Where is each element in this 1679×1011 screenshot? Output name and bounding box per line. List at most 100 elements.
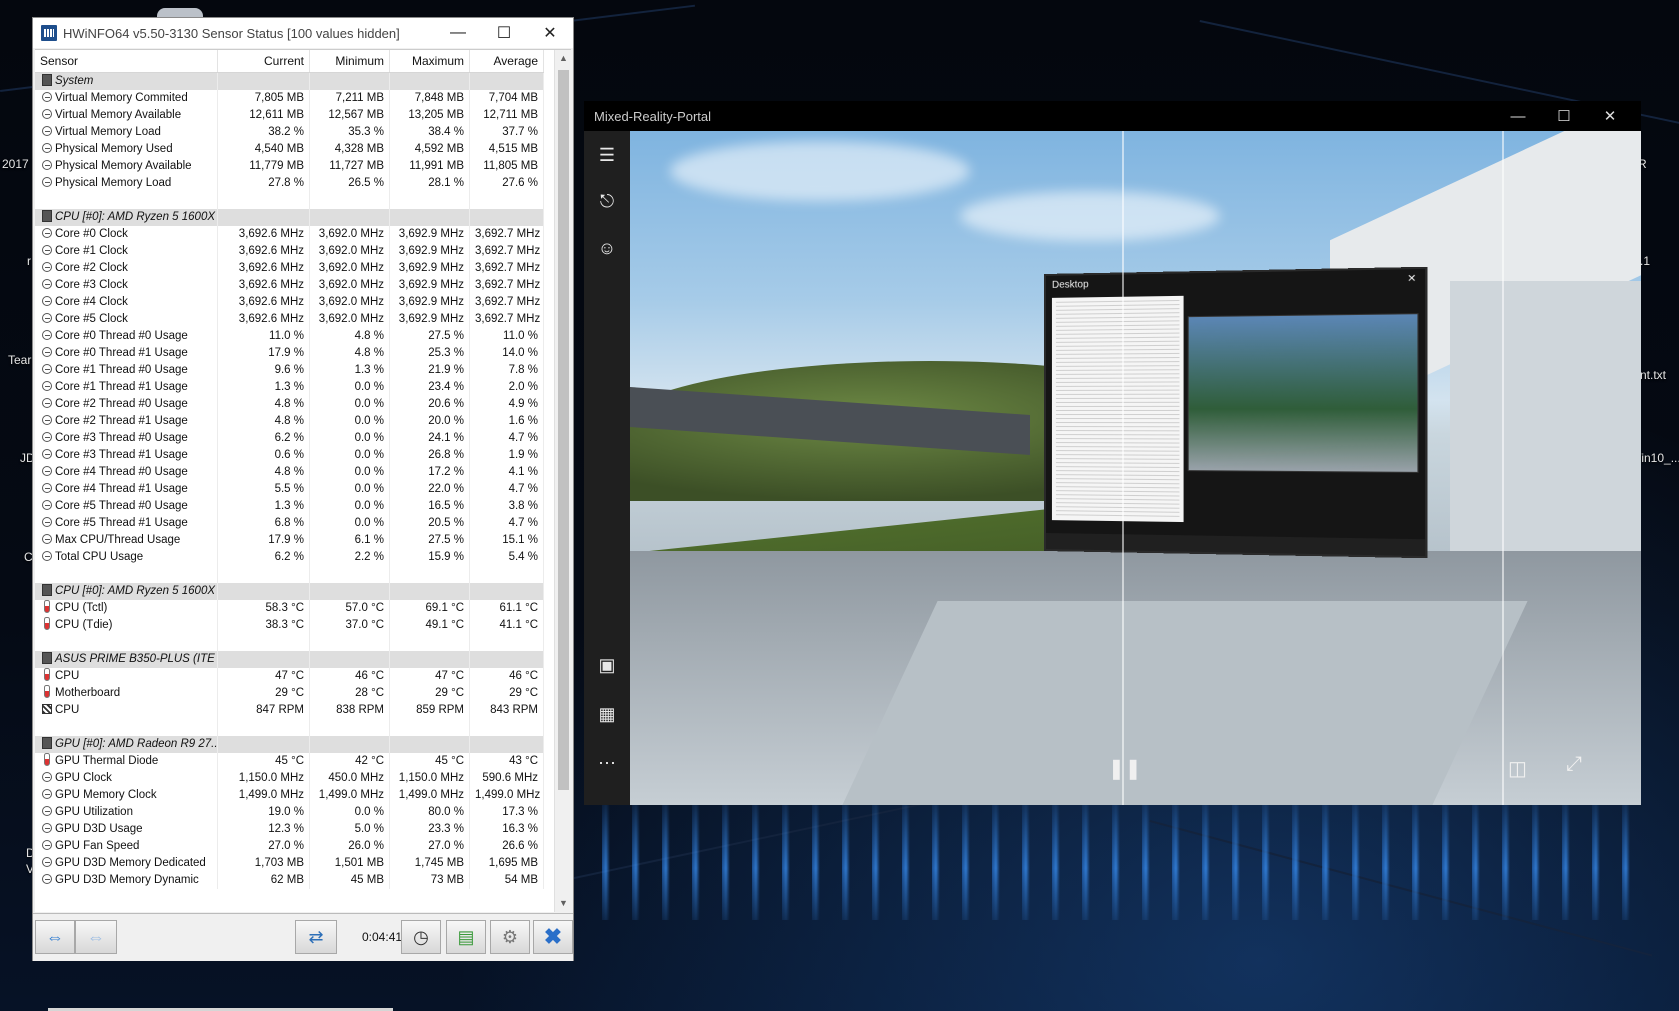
column-header-minimum[interactable]: Minimum	[310, 50, 390, 72]
table-row[interactable]: GPU D3D Usage 12.3 % 5.0 % 23.3 % 16.3 %	[35, 821, 544, 838]
scroll-down-arrow-icon[interactable]: ▼	[555, 895, 571, 912]
table-row[interactable]: Core #3 Thread #0 Usage 6.2 % 0.0 % 24.1 % 4…	[35, 430, 544, 447]
group-name-cell: GPU [#0]: AMD Radeon R9 27...	[35, 736, 218, 753]
sensor-label: Core #1 Clock	[55, 245, 128, 257]
vertical-scrollbar[interactable]: ▲ ▼	[554, 50, 571, 912]
table-row[interactable]: Max CPU/Thread Usage 17.9 % 6.1 % 27.5 % 15.…	[35, 532, 544, 549]
column-header-current[interactable]: Current	[218, 50, 310, 72]
table-row[interactable]: Physical Memory Used 4,540 MB 4,328 MB 4,59…	[35, 141, 544, 158]
settings-gear-icon[interactable]: ⚙	[490, 920, 530, 954]
value-minimum: 3,692.0 MHz	[310, 311, 390, 328]
scrollbar-thumb[interactable]	[558, 70, 569, 790]
value-minimum: 0.0 %	[310, 430, 390, 447]
table-row[interactable]: Virtual Memory Available 12,611 MB 12,567 …	[35, 107, 544, 124]
table-row[interactable]: Core #5 Thread #0 Usage 1.3 % 0.0 % 16.5 % 3…	[35, 498, 544, 515]
table-row[interactable]: Physical Memory Available 11,779 MB 11,727…	[35, 158, 544, 175]
table-row[interactable]: Virtual Memory Load 38.2 % 35.3 % 38.4 % 37.…	[35, 124, 544, 141]
table-row[interactable]: CPU (Tctl) 58.3 °C 57.0 °C 69.1 °C 61.1 °C	[35, 600, 544, 617]
maximize-button[interactable]: ☐	[481, 18, 527, 48]
table-row[interactable]: Core #1 Thread #0 Usage 9.6 % 1.3 % 21.9 % 7…	[35, 362, 544, 379]
photo-icon[interactable]: ▣	[584, 645, 630, 685]
split-view-icon[interactable]: ◫	[1508, 756, 1527, 781]
desktop-icon-label[interactable]: Tear	[8, 353, 31, 367]
minimize-button[interactable]: —	[435, 18, 481, 48]
table-row[interactable]: GPU Thermal Diode 45 °C 42 °C 45 °C 43 °C	[35, 753, 544, 770]
table-row[interactable]: Core #2 Thread #0 Usage 4.8 % 0.0 % 20.6 % 4…	[35, 396, 544, 413]
value-current: 4.8 %	[218, 464, 310, 481]
value-maximum: 7,848 MB	[390, 90, 470, 107]
table-row[interactable]: GPU D3D Memory Dedicated 1,703 MB 1,501 MB…	[35, 855, 544, 872]
close-x-icon[interactable]: ✖	[533, 920, 573, 954]
table-row[interactable]: GPU Fan Speed 27.0 % 26.0 % 27.0 % 26.6 %	[35, 838, 544, 855]
table-row[interactable]: Core #5 Clock 3,692.6 MHz 3,692.0 MHz 3,692…	[35, 311, 544, 328]
table-row[interactable]: Core #1 Thread #1 Usage 1.3 % 0.0 % 23.4 % 2…	[35, 379, 544, 396]
sensor-label: CPU (Tctl)	[55, 602, 107, 614]
table-row[interactable]: Core #4 Thread #1 Usage 5.5 % 0.0 % 22.0 % 4…	[35, 481, 544, 498]
clock-icon	[42, 517, 52, 527]
sensor-group-header[interactable]: CPU [#0]: AMD Ryzen 5 1600X	[35, 209, 544, 226]
desktop-icon-label[interactable]: 2017	[2, 157, 29, 171]
table-row[interactable]: Core #4 Clock 3,692.6 MHz 3,692.0 MHz 3,692…	[35, 294, 544, 311]
sensor-group-header[interactable]: ASUS PRIME B350-PLUS (ITE I...	[35, 651, 544, 668]
sensor-name-cell: Core #2 Thread #0 Usage	[35, 396, 218, 413]
table-row[interactable]: GPU Memory Clock 1,499.0 MHz 1,499.0 MHz 1,…	[35, 787, 544, 804]
column-header-maximum[interactable]: Maximum	[390, 50, 470, 72]
title-bar[interactable]: Mixed-Reality-Portal — ☐ ✕	[584, 101, 1641, 131]
clock-icon[interactable]: ◷	[401, 920, 441, 954]
sensor-group-header[interactable]: CPU [#0]: AMD Ryzen 5 1600X	[35, 583, 544, 600]
table-row[interactable]: GPU D3D Memory Dynamic 62 MB 45 MB 73 MB 54 …	[35, 872, 544, 889]
column-header-average[interactable]: Average	[470, 50, 544, 72]
close-button[interactable]: ✕	[527, 18, 573, 48]
table-row[interactable]: CPU (Tdie) 38.3 °C 37.0 °C 49.1 °C 41.1 °C	[35, 617, 544, 634]
desktop-icon-label[interactable]: nt.txt	[1640, 368, 1666, 382]
table-row[interactable]: Core #2 Thread #1 Usage 4.8 % 0.0 % 20.0 % 1…	[35, 413, 544, 430]
table-row[interactable]: Core #5 Thread #1 Usage 6.8 % 0.0 % 20.5 % 4…	[35, 515, 544, 532]
table-row[interactable]: Virtual Memory Commited 7,805 MB 7,211 MB 7…	[35, 90, 544, 107]
table-row[interactable]: Core #0 Clock 3,692.6 MHz 3,692.0 MHz 3,692…	[35, 226, 544, 243]
column-header-sensor[interactable]: Sensor	[35, 50, 218, 72]
desktop-icon-label[interactable]: /in10_...	[1638, 451, 1679, 465]
maximize-button[interactable]: ☐	[1541, 101, 1587, 131]
table-row[interactable]: Core #3 Clock 3,692.6 MHz 3,692.0 MHz 3,692…	[35, 277, 544, 294]
pause-icon[interactable]: ❚❚	[1108, 756, 1142, 781]
hamburger-menu-icon[interactable]: ☰	[584, 135, 630, 175]
virtual-desktop-panel[interactable]: Desktop ✕	[1044, 267, 1427, 558]
minimize-button[interactable]: —	[1495, 101, 1541, 131]
arrows-left-right-disabled-icon[interactable]: ⇔	[75, 920, 117, 954]
scroll-up-arrow-icon[interactable]: ▲	[555, 50, 571, 67]
arrows-left-right-icon[interactable]: ⇔	[35, 920, 75, 954]
clock-icon	[42, 415, 52, 425]
table-row[interactable]: GPU Utilization 19.0 % 0.0 % 80.0 % 17.3 %	[35, 804, 544, 821]
store-icon[interactable]: ▦	[584, 694, 630, 734]
table-row[interactable]: Core #2 Clock 3,692.6 MHz 3,692.0 MHz 3,692…	[35, 260, 544, 277]
empty-cell	[470, 634, 544, 651]
table-row[interactable]: Core #0 Thread #0 Usage 11.0 % 4.8 % 27.5 %…	[35, 328, 544, 345]
mixed-reality-view[interactable]: Desktop ✕ ❚❚ ◫ ⤢	[630, 131, 1641, 805]
empty-cell	[310, 719, 390, 736]
close-button[interactable]: ✕	[1587, 101, 1633, 131]
title-bar[interactable]: HWiNFO64 v5.50-3130 Sensor Status [100 v…	[33, 18, 573, 48]
expand-icon[interactable]: ⤢	[1566, 753, 1582, 776]
network-icon[interactable]: ⇄	[295, 920, 337, 954]
sensor-group-header[interactable]: System	[35, 73, 544, 90]
report-add-icon[interactable]: ▤	[446, 920, 486, 954]
table-row[interactable]: Core #1 Clock 3,692.6 MHz 3,692.0 MHz 3,692…	[35, 243, 544, 260]
sensor-group-header[interactable]: GPU [#0]: AMD Radeon R9 27...	[35, 736, 544, 753]
table-row[interactable]: CPU 847 RPM 838 RPM 859 RPM 843 RPM	[35, 702, 544, 719]
table-row[interactable]: Core #3 Thread #1 Usage 0.6 % 0.0 % 26.8 % 1…	[35, 447, 544, 464]
headset-icon[interactable]: ⎋	[584, 181, 630, 221]
desktop-icon-label[interactable]: .1	[1640, 254, 1650, 268]
table-row[interactable]: Total CPU Usage 6.2 % 2.2 % 15.9 % 5.4 %	[35, 549, 544, 566]
table-row[interactable]: Core #0 Thread #1 Usage 17.9 % 4.8 % 25.3 %…	[35, 345, 544, 362]
more-dots-icon[interactable]: ⋯	[584, 743, 630, 783]
table-row[interactable]: Physical Memory Load 27.8 % 26.5 % 28.1 % 27…	[35, 175, 544, 192]
table-row[interactable]: CPU 47 °C 46 °C 47 °C 46 °C	[35, 668, 544, 685]
desktop-icon-label[interactable]: r	[27, 254, 31, 268]
virtual-desktop-close-icon[interactable]: ✕	[1407, 273, 1416, 285]
table-row[interactable]: Core #4 Thread #0 Usage 4.8 % 0.0 % 17.2 % 4…	[35, 464, 544, 481]
empty-cell	[390, 634, 470, 651]
mixed-reality-icon[interactable]: ☺	[584, 228, 630, 268]
clock-icon	[42, 840, 52, 850]
table-row[interactable]: GPU Clock 1,150.0 MHz 450.0 MHz 1,150.0 MHz…	[35, 770, 544, 787]
table-row[interactable]: Motherboard 29 °C 28 °C 29 °C 29 °C	[35, 685, 544, 702]
